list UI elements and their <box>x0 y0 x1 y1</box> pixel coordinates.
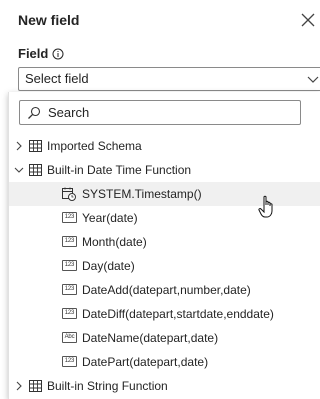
search-icon <box>28 106 41 119</box>
tree-group-label: Imported Schema <box>47 139 142 153</box>
search-input[interactable] <box>48 104 288 121</box>
tree-group-date-time[interactable]: Built-in Date Time Function <box>9 158 320 182</box>
number-type-icon: 123 <box>62 356 77 367</box>
number-type-icon: 123 <box>62 260 77 271</box>
info-icon[interactable] <box>52 48 64 60</box>
tree-item-label: Day(date) <box>82 259 135 273</box>
tree-item-label: Month(date) <box>82 235 147 249</box>
hand-cursor-icon <box>258 195 273 218</box>
table-icon <box>29 380 42 392</box>
tree-group-label: Built-in Date Time Function <box>47 163 192 177</box>
tree-item-label: DateAdd(datepart,number,date) <box>82 283 251 297</box>
tree-item[interactable]: Abc DateName(datepart,date) <box>9 326 320 350</box>
field-select-value: Select field <box>25 71 89 86</box>
close-icon[interactable] <box>300 12 316 28</box>
tree-item[interactable]: 123 DateAdd(datepart,number,date) <box>9 278 320 302</box>
calendar-clock-icon <box>62 187 76 201</box>
chevron-down-icon[interactable] <box>13 164 25 176</box>
table-icon <box>29 164 42 176</box>
chevron-right-icon[interactable] <box>13 140 25 152</box>
tree-item[interactable]: 123 Day(date) <box>9 254 320 278</box>
table-icon <box>29 140 42 152</box>
field-select[interactable]: Select field <box>18 67 320 91</box>
string-type-icon: Abc <box>62 332 77 343</box>
tree-item[interactable]: 123 DatePart(datepart,date) <box>9 350 320 374</box>
tree-item-label: DatePart(datepart,date) <box>82 355 209 369</box>
number-type-icon: 123 <box>62 308 77 319</box>
tree-item[interactable]: 123 DateDiff(datepart,startdate,enddate) <box>9 302 320 326</box>
tree-item[interactable]: 123 Month(date) <box>9 230 320 254</box>
tree-item-label: DateDiff(datepart,startdate,enddate) <box>82 307 274 321</box>
field-dropdown: Imported Schema Built-in Date Time Funct… <box>8 92 320 399</box>
tree-item-label: Year(date) <box>82 211 138 225</box>
field-label: Field <box>18 46 49 61</box>
tree-item-label: SYSTEM.Timestamp() <box>82 187 202 201</box>
panel-title: New field <box>18 12 80 28</box>
chevron-down-icon <box>307 76 319 83</box>
number-type-icon: 123 <box>62 284 77 295</box>
tree-item-label: DateName(datepart,date) <box>82 331 219 345</box>
field-label-row: Field <box>18 46 64 61</box>
search-box[interactable] <box>19 100 301 125</box>
tree-group-string[interactable]: Built-in String Function <box>9 374 320 398</box>
chevron-right-icon[interactable] <box>13 380 25 392</box>
tree-group-label: Built-in String Function <box>47 379 168 393</box>
number-type-icon: 123 <box>62 236 77 247</box>
number-type-icon: 123 <box>62 212 77 223</box>
tree-group-imported-schema[interactable]: Imported Schema <box>9 134 320 158</box>
